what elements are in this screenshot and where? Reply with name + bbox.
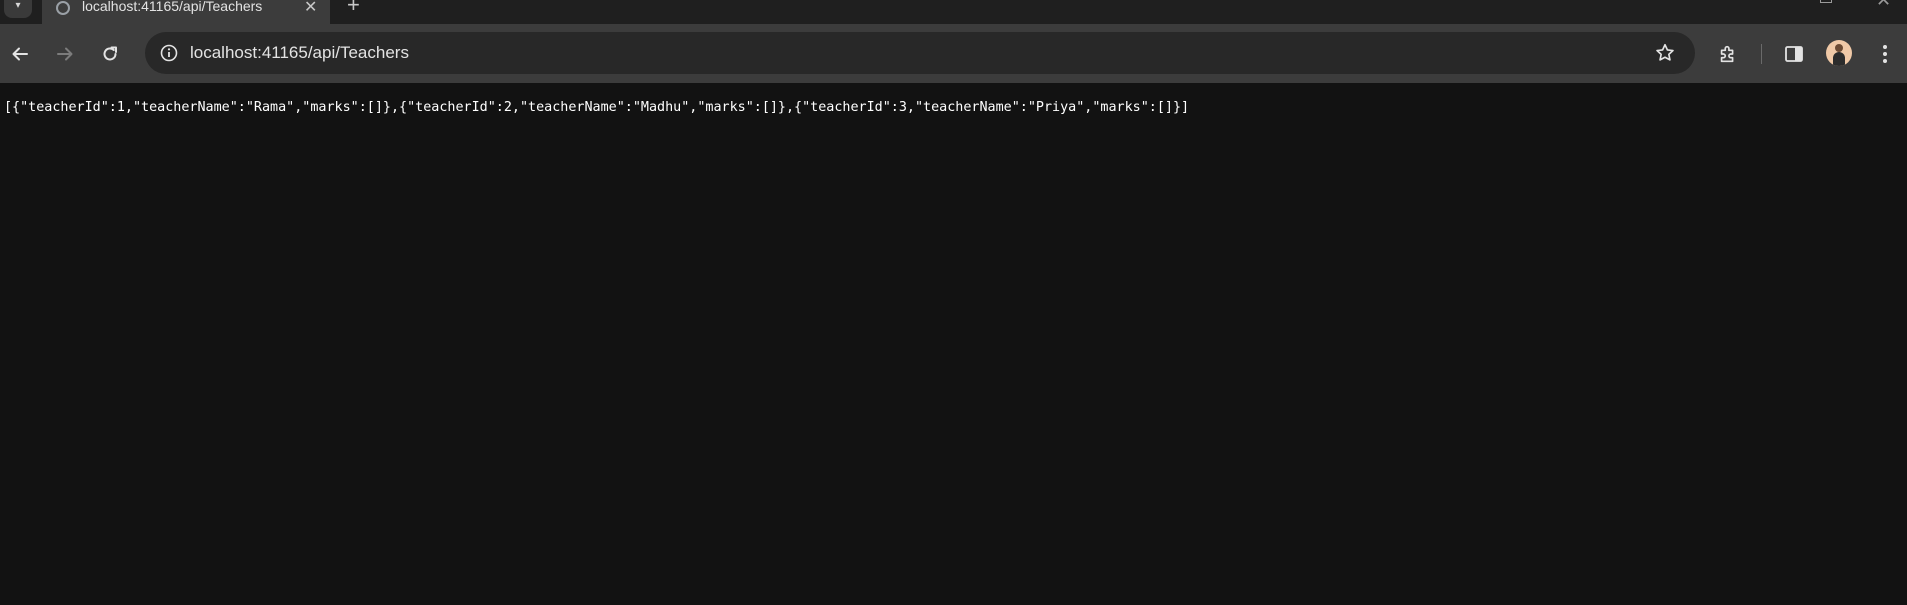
arrow-left-icon	[12, 47, 28, 61]
globe-icon	[56, 1, 70, 15]
site-info-button[interactable]	[155, 39, 183, 67]
new-tab-button[interactable]: +	[347, 0, 360, 18]
forward-button[interactable]	[49, 38, 81, 70]
page-content: [{"teacherId":1,"teacherName":"Rama","ma…	[0, 83, 1907, 605]
tab-search-button[interactable]: ▾	[4, 0, 32, 18]
profile-avatar[interactable]	[1826, 40, 1852, 66]
avatar-head	[1835, 44, 1843, 52]
extensions-button[interactable]	[1712, 38, 1744, 70]
bookmark-button[interactable]	[1653, 41, 1677, 65]
toolbar-divider	[1761, 44, 1762, 64]
avatar-body	[1833, 52, 1845, 66]
star-icon	[1656, 43, 1674, 61]
url-text[interactable]: localhost:41165/api/Teachers	[190, 43, 409, 63]
chevron-down-icon: ▾	[15, 0, 21, 11]
active-tab[interactable]: localhost:41165/api/Teachers ✕	[42, 0, 330, 24]
tab-title: localhost:41165/api/Teachers	[82, 0, 263, 14]
reload-button[interactable]	[94, 38, 126, 70]
window-close-button[interactable]: ✕	[1876, 0, 1891, 11]
reload-icon	[103, 46, 117, 61]
toolbar: localhost:41165/api/Teachers	[0, 24, 1907, 83]
info-icon	[160, 44, 178, 62]
side-panel-icon	[1785, 46, 1803, 62]
back-button[interactable]	[4, 38, 36, 70]
kebab-menu-icon	[1883, 45, 1887, 63]
browser-menu-button[interactable]	[1869, 38, 1901, 70]
json-response-text: [{"teacherId":1,"teacherName":"Rama","ma…	[4, 100, 1190, 115]
side-panel-button[interactable]	[1778, 38, 1810, 70]
tab-strip: ▾ localhost:41165/api/Teachers ✕ + ✕	[0, 0, 1907, 24]
address-bar[interactable]: localhost:41165/api/Teachers	[145, 32, 1695, 74]
puzzle-icon	[1720, 45, 1734, 63]
arrow-right-icon	[57, 47, 73, 61]
tab-close-button[interactable]: ✕	[304, 0, 317, 17]
window-restore-button[interactable]	[1820, 0, 1832, 3]
browser-window: ▾ localhost:41165/api/Teachers ✕ + ✕ loc…	[0, 0, 1907, 605]
